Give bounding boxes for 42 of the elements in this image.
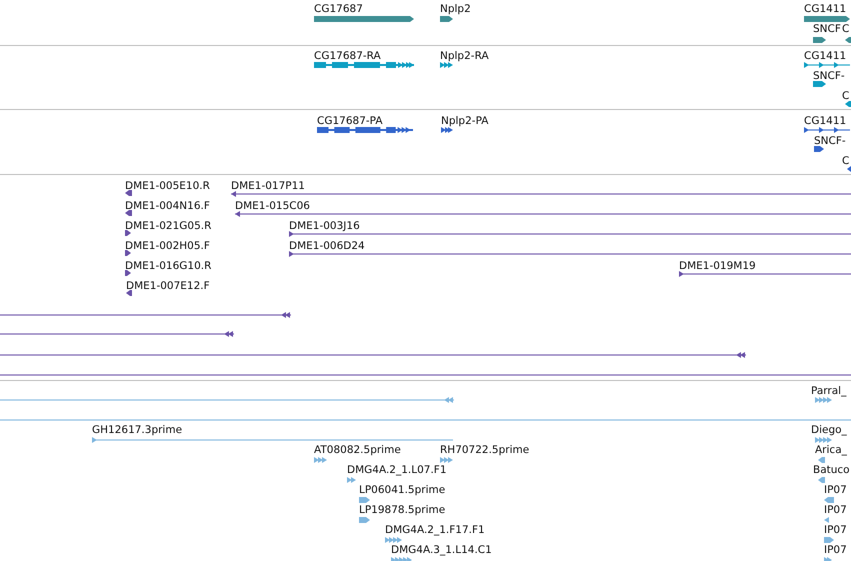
feature-label: DME1-015C06 xyxy=(235,199,310,213)
feature-label: Parral_ xyxy=(811,384,846,398)
feature-label: IP07 xyxy=(824,523,847,537)
feature-label: IP07 xyxy=(824,503,847,517)
feature-label: Arica_ xyxy=(815,443,847,457)
feature-label: DMG4A.2_1.F17.F1 xyxy=(385,523,485,537)
feature-label: SNCF- xyxy=(813,69,845,83)
feature-label: Diego_ xyxy=(811,423,847,437)
feature-label: CG1411 xyxy=(804,114,846,128)
feature-label: CG17687-RA xyxy=(314,49,381,63)
feature-label: C xyxy=(842,22,850,36)
feature-label: Nplp2 xyxy=(440,2,471,16)
feature-label: CG17687 xyxy=(314,2,363,16)
feature-label: AT08082.5prime xyxy=(314,443,401,457)
feature-label: C xyxy=(842,154,850,168)
feature-label: C xyxy=(842,89,850,103)
feature-label: LP19878.5prime xyxy=(359,503,446,517)
feature-label: DMG4A.3_1.L14.C1 xyxy=(391,543,492,557)
feature-label: Nplp2-PA xyxy=(441,114,488,128)
feature-label: CG17687-PA xyxy=(317,114,383,128)
feature-label: DME1-003J16 xyxy=(289,219,360,233)
feature-label: DME1-005E10.R xyxy=(125,179,210,193)
feature-label: DME1-016G10.R xyxy=(125,259,212,273)
feature-label: LP06041.5prime xyxy=(359,483,446,497)
feature-label: DME1-006D24 xyxy=(289,239,365,253)
feature-label: SNCF- xyxy=(814,134,846,148)
feature-label: DME1-004N16.F xyxy=(125,199,210,213)
feature-label: DME1-007E12.F xyxy=(126,279,210,293)
feature-label: Batuco xyxy=(813,463,850,477)
feature-label: Nplp2-RA xyxy=(440,49,489,63)
feature-label: IP07 xyxy=(824,543,847,557)
feature-label: SNCF xyxy=(813,22,841,36)
feature-label: DME1-017P11 xyxy=(231,179,305,193)
feature-label: DME1-019M19 xyxy=(679,259,756,273)
feature-label: DME1-021G05.R xyxy=(125,219,212,233)
feature-label: RH70722.5prime xyxy=(440,443,530,457)
feature-label: CG1411 xyxy=(804,2,846,16)
feature-label: GH12617.3prime xyxy=(92,423,182,437)
feature-label: DME1-002H05.F xyxy=(125,239,210,253)
feature-label: DMG4A.2_1.L07.F1 xyxy=(347,463,447,477)
feature-label: IP07 xyxy=(824,483,847,497)
feature-label: CG1411 xyxy=(804,49,846,63)
